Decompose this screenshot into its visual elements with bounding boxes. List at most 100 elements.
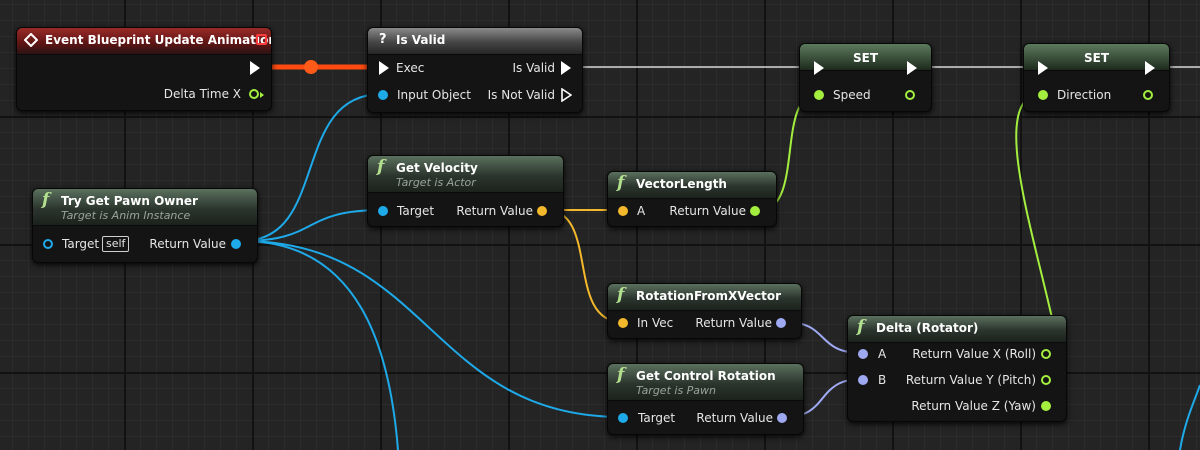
direction-label: Direction <box>1057 88 1112 102</box>
object-wire-pawn-to-isvalid[interactable] <box>241 93 383 242</box>
in-vec-label: In Vec <box>637 316 674 330</box>
event-diamond-icon <box>24 33 38 47</box>
return-value-label: Return Value <box>695 316 772 330</box>
node-title: Get Control Rotation <box>636 369 776 383</box>
exec-in-pin[interactable] <box>379 61 389 75</box>
object-wire-pawn-to-getcontrolrotation[interactable] <box>241 240 623 418</box>
return-y-label: Return Value Y (Pitch) <box>905 373 1036 387</box>
b-label: B <box>878 373 887 387</box>
node-title: Get Velocity <box>396 161 478 175</box>
return-value-label: Return Value <box>669 204 746 218</box>
object-wire-pawn-to-getvelocity[interactable] <box>241 209 383 242</box>
node-header: ? Is Valid <box>368 28 582 55</box>
delegate-pin-icon[interactable] <box>256 34 267 45</box>
return-y-pin[interactable] <box>1041 375 1051 385</box>
in-vec-pin[interactable] <box>618 318 628 328</box>
node-header: f Delta (Rotator) <box>848 316 1066 343</box>
pin-row-a: A Return Value X (Roll) <box>848 345 1066 363</box>
direction-out-pin[interactable] <box>1143 90 1153 100</box>
target-pin[interactable] <box>43 239 53 249</box>
node-subtitle: Target is Anim Instance <box>61 209 191 222</box>
exec-label: Exec <box>396 61 425 75</box>
exec-in-pin[interactable] <box>1038 61 1048 75</box>
return-z-pin[interactable] <box>1041 401 1051 411</box>
speed-label: Speed <box>833 88 871 102</box>
pin-row-target: Target Return Value <box>368 202 563 220</box>
delta-time-pin-arrow-icon <box>260 92 264 98</box>
node-title: Is Valid <box>396 33 446 47</box>
node-header: f RotationFromXVector <box>608 284 801 311</box>
delta-time-pin[interactable] <box>249 89 259 99</box>
rotation-from-x-vector-node[interactable]: f RotationFromXVector In Vec Return Valu… <box>607 283 802 339</box>
return-value-pin[interactable] <box>777 413 787 423</box>
set-direction-node[interactable]: SET Direction <box>1023 43 1170 112</box>
a-label: A <box>637 204 646 218</box>
input-object-pin[interactable] <box>378 90 388 100</box>
set-speed-node[interactable]: SET Speed <box>799 43 932 112</box>
direction-in-pin[interactable] <box>1038 90 1048 100</box>
pin-row-exec: Exec Is Valid <box>368 59 582 77</box>
target-pin[interactable] <box>378 206 388 216</box>
is-valid-exec-out-pin[interactable] <box>561 61 571 75</box>
node-title: Delta (Rotator) <box>876 321 979 335</box>
speed-out-pin[interactable] <box>905 90 915 100</box>
try-get-pawn-owner-node[interactable]: f Try Get Pawn Owner Target is Anim Inst… <box>32 188 258 263</box>
a-pin[interactable] <box>618 206 628 216</box>
exec-wire-highlight-icon <box>304 60 318 74</box>
object-wire-pawn-offscreen[interactable] <box>241 240 399 450</box>
delta-rotator-node[interactable]: f Delta (Rotator) A Return Value X (Roll… <box>847 315 1067 422</box>
function-f-icon: f <box>377 157 385 177</box>
pin-row-in-vec: In Vec Return Value <box>608 314 801 332</box>
b-pin[interactable] <box>858 375 868 385</box>
self-default-value[interactable]: self <box>102 236 130 252</box>
node-title: Try Get Pawn Owner <box>61 194 198 208</box>
return-value-label: Return Value <box>149 237 226 251</box>
return-x-label: Return Value X (Roll) <box>912 347 1036 361</box>
exec-out-pin[interactable] <box>250 61 260 75</box>
pin-row-a: A Return Value <box>608 202 776 220</box>
speed-in-pin[interactable] <box>814 90 824 100</box>
pin-row-b: B Return Value Y (Pitch) <box>848 371 1066 389</box>
return-value-label: Return Value <box>696 411 773 425</box>
exec-out-pin[interactable] <box>907 61 917 75</box>
function-f-icon: f <box>857 317 865 337</box>
function-f-icon: f <box>42 190 50 210</box>
target-label: Target <box>62 237 100 251</box>
return-value-pin[interactable] <box>537 206 547 216</box>
is-not-valid-exec-out-pin[interactable] <box>561 88 572 102</box>
target-label: Target <box>638 411 676 425</box>
get-velocity-node[interactable]: f Get Velocity Target is Actor Target Re… <box>367 155 564 227</box>
get-control-rotation-node[interactable]: f Get Control Rotation Target is Pawn Ta… <box>607 363 804 435</box>
exec-out-pin[interactable] <box>1145 61 1155 75</box>
target-label: Target <box>397 204 435 218</box>
input-object-label: Input Object <box>397 88 471 102</box>
event-update-animation-node[interactable]: Event Blueprint Update Animation Delta T… <box>16 27 272 111</box>
function-f-icon: f <box>617 173 625 193</box>
function-f-icon: f <box>617 285 625 305</box>
offscreen-wire-right[interactable] <box>1179 384 1200 450</box>
is-valid-node[interactable]: ? Is Valid Exec Is Valid Input Object Is… <box>367 27 583 113</box>
node-title: VectorLength <box>636 177 727 191</box>
node-header: f VectorLength <box>608 172 776 199</box>
exec-in-pin[interactable] <box>814 61 824 75</box>
node-header: f Try Get Pawn Owner Target is Anim Inst… <box>33 189 257 226</box>
pin-row-direction: Direction <box>1024 86 1169 104</box>
pin-row-target: Target Return Value <box>608 409 803 427</box>
function-f-icon: f <box>617 365 625 385</box>
return-value-pin[interactable] <box>750 206 760 216</box>
is-valid-label: Is Valid <box>512 61 555 75</box>
node-title: Event Blueprint Update Animation <box>45 33 272 47</box>
node-title: RotationFromXVector <box>636 289 782 303</box>
node-subtitle: Target is Pawn <box>636 384 717 397</box>
is-not-valid-label: Is Not Valid <box>487 88 555 102</box>
a-pin[interactable] <box>858 349 868 359</box>
pin-row-return-z: Return Value Z (Yaw) <box>848 397 1066 415</box>
node-header: f Get Control Rotation Target is Pawn <box>608 364 803 401</box>
return-value-pin[interactable] <box>231 239 241 249</box>
target-pin[interactable] <box>618 413 628 423</box>
vector-length-node[interactable]: f VectorLength A Return Value <box>607 171 777 227</box>
pin-row-delta-time: Delta Time X <box>17 85 271 103</box>
pin-row-target: Target self Return Value <box>33 235 257 253</box>
return-value-pin[interactable] <box>776 318 786 328</box>
return-x-pin[interactable] <box>1041 349 1051 359</box>
